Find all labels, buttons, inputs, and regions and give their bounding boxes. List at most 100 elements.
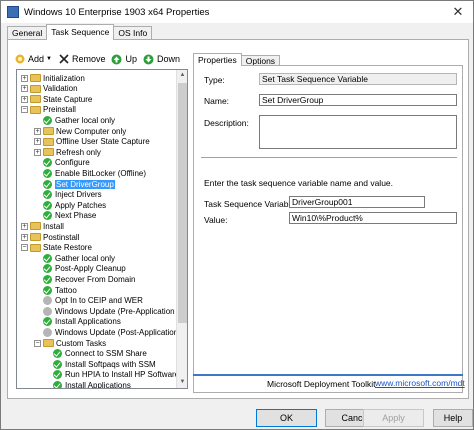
collapse-icon[interactable]: − xyxy=(34,339,41,347)
tree-item-label: Post-Apply Cleanup xyxy=(55,264,126,274)
apply-button[interactable]: Apply xyxy=(363,409,424,427)
up-button[interactable]: Up xyxy=(111,54,137,65)
tab-general[interactable]: General xyxy=(7,26,48,40)
main-tabs: General Task Sequence OS Info xyxy=(7,24,153,40)
tree-item[interactable]: + New Computer only xyxy=(34,126,126,136)
tab-os-info[interactable]: OS Info xyxy=(113,26,153,40)
add-icon xyxy=(15,54,25,64)
tree-item[interactable]: Run HPIA to Install HP Software xyxy=(53,370,177,380)
expand-icon[interactable]: + xyxy=(34,148,41,156)
type-label: Type: xyxy=(204,75,225,85)
tree-item[interactable]: Recover From Domain xyxy=(43,274,135,284)
tree-item[interactable]: Windows Update (Post-Application Ins xyxy=(43,327,177,337)
task-sequence-tree[interactable]: + Initialization + Validation + State Capture… xyxy=(16,69,188,389)
variable-label: Task Sequence Variable: xyxy=(204,199,298,209)
tree-item[interactable]: Connect to SSM Share xyxy=(53,349,147,359)
tree-item[interactable]: Enable BitLocker (Offline) xyxy=(43,168,146,178)
tree-item[interactable]: + Refresh only xyxy=(34,147,101,157)
tree-item-label: Gather local only xyxy=(55,253,116,263)
expand-icon[interactable]: + xyxy=(34,127,41,135)
add-button-label: Add xyxy=(28,54,45,64)
title-bar: Windows 10 Enterprise 1903 x64 Propertie… xyxy=(1,1,473,23)
tab-task-sequence[interactable]: Task Sequence xyxy=(46,24,115,40)
tree-item[interactable]: + Postinstall xyxy=(21,232,79,242)
tree-scrollbar[interactable]: ▲ ▼ xyxy=(176,70,187,388)
collapse-icon[interactable]: − xyxy=(21,106,28,114)
expand-icon[interactable]: + xyxy=(21,85,28,93)
check-icon xyxy=(43,115,52,125)
close-button[interactable]: ✕ xyxy=(443,1,473,23)
toolbar: Add ▼ Remove Up Down xyxy=(15,51,186,67)
tree-item-label: Preinstall xyxy=(43,105,76,115)
properties-dialog: Windows 10 Enterprise 1903 x64 Propertie… xyxy=(0,0,474,430)
tree-item[interactable]: − State Restore xyxy=(21,243,92,253)
scroll-up-icon[interactable]: ▲ xyxy=(177,70,187,81)
check-icon xyxy=(53,380,62,388)
tree-item[interactable]: − Custom Tasks xyxy=(34,338,106,348)
expand-icon[interactable]: + xyxy=(21,74,28,82)
tree-item[interactable]: + Install xyxy=(21,221,64,231)
folder-icon xyxy=(30,84,41,93)
tree-item[interactable]: Windows Update (Pre-Application Inst xyxy=(43,306,177,316)
tree-item-label: Inject Drivers xyxy=(55,190,102,200)
tree-item[interactable]: Opt In to CEIP and WER xyxy=(43,296,143,306)
expand-icon[interactable]: + xyxy=(21,233,28,241)
help-button[interactable]: Help xyxy=(433,409,473,427)
check-icon xyxy=(43,190,52,200)
tree-item-label: Enable BitLocker (Offline) xyxy=(55,168,147,178)
tab-properties[interactable]: Properties xyxy=(193,53,242,66)
mdt-link[interactable]: www.microsoft.com/mdt xyxy=(375,378,465,388)
tree-item[interactable]: − Preinstall xyxy=(21,105,76,115)
expand-icon[interactable]: + xyxy=(34,138,41,146)
app-icon xyxy=(7,6,19,18)
tree-item[interactable]: Apply Patches xyxy=(43,200,106,210)
folder-icon xyxy=(30,105,41,114)
tree-item[interactable]: Install Applications xyxy=(53,380,131,388)
tree-item-label: Validation xyxy=(43,84,78,94)
add-button[interactable]: Add ▼ xyxy=(15,54,53,64)
description-field[interactable] xyxy=(259,115,457,149)
tree-item[interactable]: Configure xyxy=(43,158,90,168)
tree-item-label: Set DriverGroup xyxy=(55,179,115,189)
scroll-down-icon[interactable]: ▼ xyxy=(177,377,187,388)
tree-item-label: Windows Update (Pre-Application Inst xyxy=(55,306,177,316)
scroll-thumb[interactable] xyxy=(178,83,187,323)
tree-item-label: Next Phase xyxy=(55,211,97,221)
tree-item-label: Install Applications xyxy=(65,380,131,388)
tree-item-label: Windows Update (Post-Application Ins xyxy=(55,327,177,337)
value-field[interactable]: Win10\%Product% xyxy=(289,212,457,224)
remove-button[interactable]: Remove xyxy=(59,54,105,64)
tree-item[interactable]: Inject Drivers xyxy=(43,190,102,200)
tree-item[interactable]: Install Applications xyxy=(43,317,121,327)
tree-item[interactable]: Next Phase xyxy=(43,211,96,221)
description-label: Description: xyxy=(204,118,249,128)
ok-button[interactable]: OK xyxy=(256,409,317,427)
tree-item-label: Initialization xyxy=(43,73,85,83)
tree-item-label: Configure xyxy=(55,158,90,168)
expand-icon[interactable]: + xyxy=(21,95,28,103)
check-icon xyxy=(43,285,52,295)
tree-item[interactable]: Tattoo xyxy=(43,285,77,295)
tree-item-label: Connect to SSM Share xyxy=(65,349,147,359)
disabled-step-icon xyxy=(43,296,52,306)
check-icon xyxy=(43,179,52,189)
collapse-icon[interactable]: − xyxy=(21,244,28,252)
name-field[interactable]: Set DriverGroup xyxy=(259,94,457,106)
variable-field[interactable]: DriverGroup001 xyxy=(289,196,425,208)
tree-item[interactable]: Gather local only xyxy=(43,253,115,263)
tree-item[interactable]: + Validation xyxy=(21,84,78,94)
tree-item[interactable]: Gather local only xyxy=(43,115,115,125)
tree-item[interactable]: Set DriverGroup xyxy=(43,179,115,189)
folder-icon xyxy=(43,339,54,347)
tree-item[interactable]: + Offline User State Capture xyxy=(34,137,150,147)
check-icon xyxy=(53,349,62,359)
down-button[interactable]: Down xyxy=(143,54,180,65)
tree-item[interactable]: Install Softpaqs with SSM xyxy=(53,359,156,369)
check-icon xyxy=(43,317,52,327)
tree-item[interactable]: Post-Apply Cleanup xyxy=(43,264,126,274)
expand-icon[interactable]: + xyxy=(21,222,28,230)
tree-item[interactable]: + Initialization xyxy=(21,73,85,83)
tree-item[interactable]: + State Capture xyxy=(21,94,92,104)
up-button-label: Up xyxy=(125,54,137,64)
folder-icon xyxy=(43,127,54,135)
